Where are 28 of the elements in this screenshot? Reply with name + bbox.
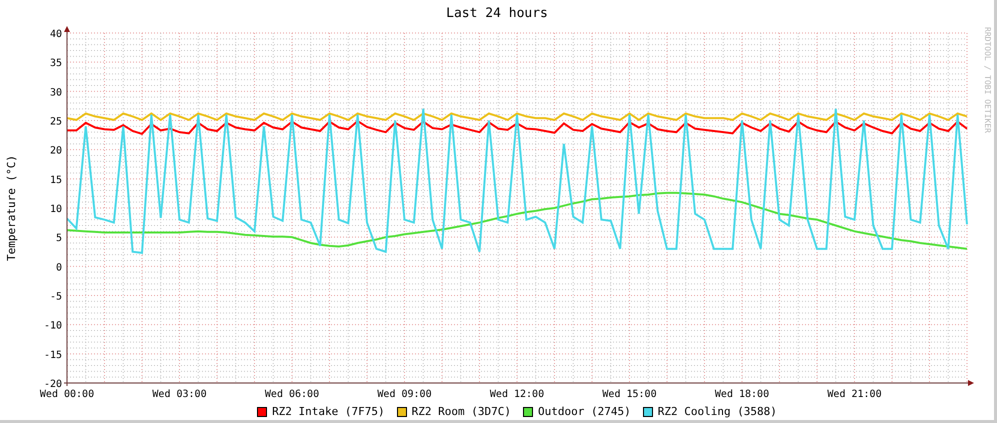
axis-tick-label: 25 xyxy=(50,116,62,128)
axis-tick-label: Wed 12:00 xyxy=(490,389,544,400)
axis-tick-label: 30 xyxy=(50,87,62,98)
legend-label: RZ2 Room (3D7C) xyxy=(412,405,511,418)
axis-title: Temperature (°C) xyxy=(5,155,18,261)
axis-tick-label: 5 xyxy=(56,233,62,244)
legend-label: Outdoor (2745) xyxy=(538,405,631,418)
axis-tick-label: Wed 09:00 xyxy=(377,389,432,400)
axis-tick-label: -10 xyxy=(44,320,62,332)
axis-tick-label: 0 xyxy=(56,262,62,274)
legend-label: RZ2 Cooling (3588) xyxy=(658,405,777,418)
axis-tick-label: 20 xyxy=(50,146,62,157)
chart-title: Last 24 hours xyxy=(445,5,549,23)
axis-tick-label: Wed 18:00 xyxy=(714,389,770,400)
axis-tick-label: 15 xyxy=(50,174,62,186)
axis-tick-label: Wed 06:00 xyxy=(264,389,320,400)
axis-tick-label: 10 xyxy=(50,204,62,215)
axis-tick-label: Wed 03:00 xyxy=(152,389,207,400)
credit-text: RRDTOOL / TOBI OETIKER xyxy=(983,27,992,133)
axis-tick-label: -20 xyxy=(44,379,62,390)
axis-tick-label: Wed 15:00 xyxy=(602,389,657,400)
axis-tick-label: 35 xyxy=(50,58,62,70)
axis-tick-label: -5 xyxy=(50,292,62,302)
legend-label: RZ2 Intake (7F75) xyxy=(272,405,385,418)
axis-tick-label: Wed 00:00 xyxy=(40,389,94,400)
axis-tick-label: 40 xyxy=(50,29,62,40)
axis-tick-label: -15 xyxy=(44,350,62,361)
axis-tick-label: Wed 21:00 xyxy=(827,389,882,400)
